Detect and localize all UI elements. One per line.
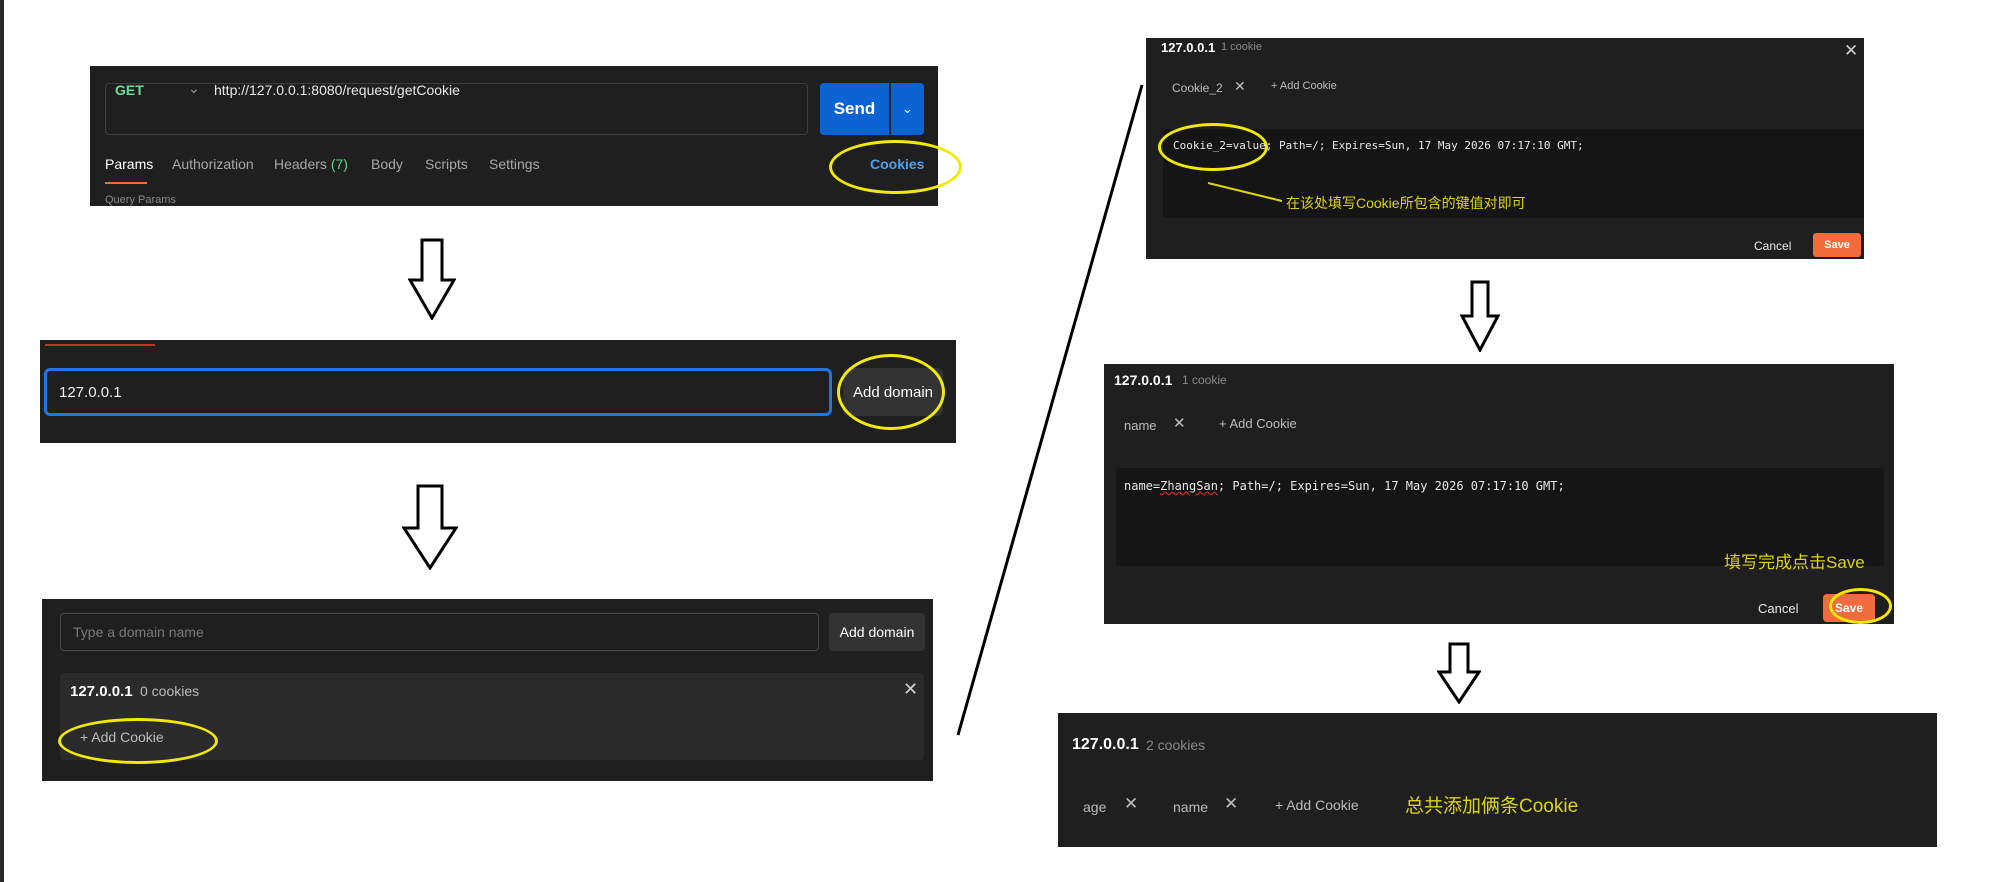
- active-tab-indicator: [105, 182, 147, 184]
- cookie-value: ZhangSan: [1160, 479, 1218, 493]
- section-subtitle: Query Params: [105, 194, 176, 206]
- cancel-button[interactable]: Cancel: [1758, 601, 1798, 616]
- tab-params[interactable]: Params: [105, 156, 153, 172]
- close-icon[interactable]: ✕: [1234, 78, 1246, 95]
- tab-headers[interactable]: Headers (7): [274, 156, 348, 172]
- annotation-pointer: [1207, 182, 1283, 202]
- tab-body[interactable]: Body: [371, 156, 403, 172]
- down-arrow-icon: [1460, 280, 1500, 352]
- close-icon[interactable]: ✕: [1844, 41, 1858, 61]
- cookie-count: 2 cookies: [1146, 737, 1206, 753]
- domain-name: 127.0.0.1: [1114, 372, 1173, 388]
- save-button[interactable]: Save: [1813, 233, 1861, 257]
- cookie-tab-age[interactable]: age: [1083, 799, 1106, 815]
- cookie-filled-panel: 127.0.0.1 1 cookie name ✕ + Add Cookie n…: [1104, 364, 1894, 624]
- cookie-tab[interactable]: name: [1124, 418, 1157, 433]
- close-icon[interactable]: ✕: [903, 679, 918, 700]
- add-cookie-button[interactable]: + Add Cookie: [80, 729, 164, 745]
- cookie-tab[interactable]: Cookie_2: [1172, 81, 1223, 95]
- cookie-count: 0 cookies: [140, 683, 200, 699]
- down-arrow-icon: [402, 484, 458, 570]
- domain-input[interactable]: [44, 368, 832, 416]
- send-button[interactable]: Send: [820, 83, 889, 135]
- cookie-count: 1 cookie: [1182, 373, 1227, 387]
- chevron-down-icon[interactable]: ⌄: [891, 83, 924, 135]
- close-icon[interactable]: ✕: [1224, 794, 1238, 814]
- domain-name-placeholder: Type a domain name: [73, 624, 204, 640]
- domain-name: 127.0.0.1: [1161, 40, 1216, 55]
- save-button[interactable]: Save: [1823, 594, 1875, 622]
- cookies-link[interactable]: Cookies: [870, 156, 924, 172]
- add-domain-button[interactable]: Add domain: [829, 613, 925, 651]
- domain-name: 127.0.0.1: [1072, 736, 1139, 753]
- add-domain-button[interactable]: Add domain: [843, 368, 943, 416]
- cookie-editor-text: name=ZhangSan; Path=/; Expires=Sun, 17 M…: [1124, 479, 1565, 493]
- domain-input-panel: 127.0.0.1 Add domain: [40, 340, 956, 443]
- tab-settings[interactable]: Settings: [489, 156, 540, 172]
- tab-headers-count: (7): [330, 156, 348, 172]
- down-arrow-icon: [408, 238, 456, 320]
- chevron-down-icon[interactable]: ⌄: [188, 80, 200, 97]
- add-cookie-button[interactable]: + Add Cookie: [1219, 416, 1297, 431]
- domain-name: 127.0.0.1: [70, 683, 133, 700]
- domain-input-value: 127.0.0.1: [59, 384, 122, 401]
- cookie-edit-panel: 127.0.0.1 1 cookie ✕ Cookie_2 ✕ + Add Co…: [1146, 38, 1864, 259]
- domain-card: 127.0.0.1 0 cookies ✕ + Add Cookie: [60, 673, 924, 760]
- annotation-text: 填写完成点击Save: [1724, 553, 1865, 572]
- cookie-tab-name[interactable]: name: [1173, 799, 1208, 815]
- down-arrow-icon: [1437, 642, 1481, 704]
- cookie-key: name=: [1124, 479, 1161, 493]
- cookie-editor-text: Cookie_2=value; Path=/; Expires=Sun, 17 …: [1173, 139, 1584, 152]
- close-icon[interactable]: ✕: [1173, 414, 1186, 432]
- cookie-result-panel: 127.0.0.1 2 cookies age ✕ name ✕ + Add C…: [1058, 713, 1937, 847]
- url-input[interactable]: http://127.0.0.1:8080/request/getCookie: [214, 82, 460, 98]
- request-panel: GET ⌄ http://127.0.0.1:8080/request/getC…: [90, 66, 938, 206]
- tab-headers-label: Headers: [274, 156, 327, 172]
- cancel-button[interactable]: Cancel: [1754, 239, 1791, 253]
- tab-authorization[interactable]: Authorization: [172, 156, 254, 172]
- domain-list-panel: Type a domain name Add domain 127.0.0.1 …: [42, 599, 933, 781]
- cookie-attributes: ; Path=/; Expires=Sun, 17 May 2026 07:17…: [1217, 479, 1565, 493]
- left-border: [0, 0, 4, 882]
- add-cookie-button[interactable]: + Add Cookie: [1275, 797, 1359, 813]
- cookie-count: 1 cookie: [1221, 41, 1262, 53]
- close-icon[interactable]: ✕: [1124, 794, 1138, 814]
- http-method-select[interactable]: GET: [115, 82, 144, 98]
- annotation-text: 总共添加俩条Cookie: [1405, 796, 1579, 817]
- tab-indicator-line: [45, 344, 155, 346]
- tab-scripts[interactable]: Scripts: [425, 156, 468, 172]
- add-cookie-button[interactable]: + Add Cookie: [1271, 80, 1337, 92]
- annotation-text: 在该处填写Cookie所包含的键值对即可: [1286, 195, 1526, 211]
